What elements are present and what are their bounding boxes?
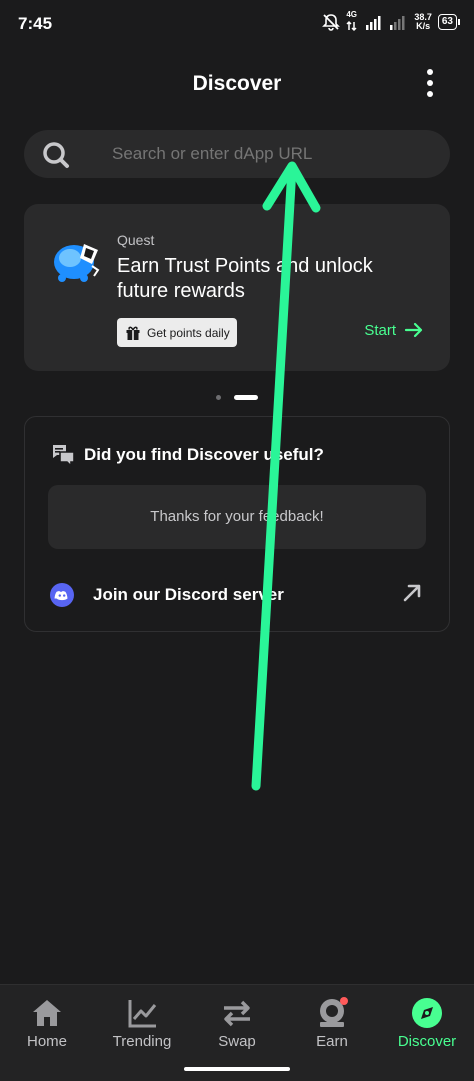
carousel-dot[interactable] bbox=[216, 395, 221, 400]
discord-icon bbox=[50, 583, 74, 607]
net-speed: 38.7 K/s bbox=[414, 13, 432, 31]
home-indicator bbox=[184, 1067, 290, 1071]
discover-icon bbox=[412, 998, 442, 1028]
arrow-right-icon bbox=[404, 322, 423, 338]
nav-swap-label: Swap bbox=[218, 1033, 256, 1050]
search-input[interactable] bbox=[112, 130, 432, 178]
feedback-card: Did you find Discover useful? Thanks for… bbox=[24, 416, 450, 632]
quest-card[interactable]: Quest Earn Trust Points and unlock futur… bbox=[24, 204, 450, 371]
get-points-badge: Get points daily bbox=[117, 318, 237, 347]
mute-notification-icon bbox=[322, 14, 341, 31]
status-icons: 4G 38.7 K/s 63 bbox=[322, 10, 460, 32]
earn-icon bbox=[320, 997, 348, 1027]
nav-earn[interactable]: Earn bbox=[285, 985, 379, 1065]
quest-label: Quest bbox=[117, 232, 155, 248]
network-tag: 4G bbox=[346, 10, 358, 19]
signal-icon bbox=[366, 16, 381, 30]
search-icon bbox=[43, 142, 69, 168]
mobile-data-icon: 4G bbox=[346, 10, 360, 32]
quest-mascot-icon bbox=[54, 244, 100, 282]
nav-discover[interactable]: Discover bbox=[380, 985, 474, 1065]
external-link-arrow-icon bbox=[403, 584, 421, 602]
get-points-label: Get points daily bbox=[147, 325, 230, 340]
carousel-indicator bbox=[0, 394, 474, 402]
chat-bubbles-icon bbox=[52, 445, 75, 467]
nav-home[interactable]: Home bbox=[0, 985, 94, 1065]
page-title: Discover bbox=[192, 72, 282, 95]
discord-label: Join our Discord server bbox=[93, 585, 284, 604]
quest-start-label: Start bbox=[364, 321, 396, 339]
nav-trending-label: Trending bbox=[112, 1033, 172, 1050]
quest-title: Earn Trust Points and unlock future rewa… bbox=[117, 255, 373, 302]
battery-icon: 63 bbox=[437, 14, 460, 30]
nav-discover-label: Discover bbox=[397, 1033, 457, 1050]
feedback-question: Did you find Discover useful? bbox=[84, 445, 324, 464]
feedback-thanks-message: Thanks for your feedback! bbox=[48, 485, 426, 549]
nav-trending[interactable]: Trending bbox=[95, 985, 189, 1065]
quest-start-button[interactable]: Start bbox=[364, 320, 424, 340]
home-icon bbox=[33, 1000, 61, 1026]
swap-icon bbox=[224, 1000, 250, 1027]
signal-weak-icon bbox=[390, 16, 405, 30]
status-bar: 7:45 4G 38.7 K/s 63 bbox=[0, 0, 474, 48]
carousel-dot-active[interactable] bbox=[234, 395, 258, 400]
nav-earn-label: Earn bbox=[316, 1033, 348, 1050]
battery-tip bbox=[458, 19, 460, 25]
discord-link[interactable]: Join our Discord server bbox=[25, 573, 449, 617]
header: Discover bbox=[0, 60, 474, 108]
nav-swap[interactable]: Swap bbox=[190, 985, 284, 1065]
status-time: 7:45 bbox=[18, 14, 53, 33]
nav-home-label: Home bbox=[26, 1033, 67, 1050]
net-speed-unit: K/s bbox=[416, 21, 431, 31]
battery-level: 63 bbox=[437, 14, 457, 30]
gift-icon bbox=[126, 326, 140, 340]
more-options-icon[interactable] bbox=[424, 68, 436, 98]
trending-icon bbox=[128, 1000, 157, 1028]
search-bar[interactable] bbox=[24, 130, 450, 178]
